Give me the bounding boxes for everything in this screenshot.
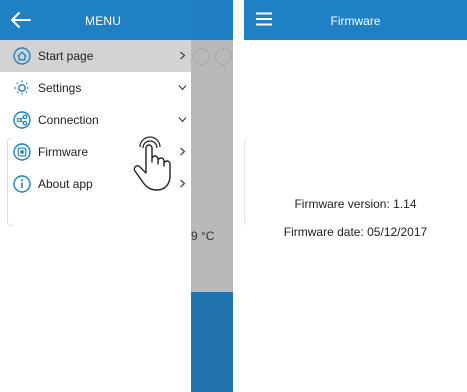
chip-icon <box>13 143 31 161</box>
navigation-drawer: MENU Start page Settings Connection Firm… <box>0 0 191 392</box>
menu-item-label: Start page <box>38 49 94 63</box>
home-icon <box>13 47 31 65</box>
chevron-down-icon <box>178 85 187 91</box>
page-title: Firmware <box>330 14 381 28</box>
share-icon <box>13 111 31 129</box>
background-footer <box>191 292 233 392</box>
chevron-down-icon <box>178 117 187 123</box>
faint-icon-2 <box>215 48 232 65</box>
drawer-header: MENU <box>0 0 191 40</box>
background-page-overlay[interactable]: 9 °C <box>191 0 233 392</box>
menu-item-label: Connection <box>38 113 99 127</box>
tap-hand-icon <box>133 136 171 191</box>
menu-item-settings[interactable]: Settings <box>0 72 191 104</box>
drawer-title: MENU <box>85 14 122 28</box>
back-arrow-icon[interactable] <box>10 10 32 30</box>
menu-item-label: Firmware <box>38 145 88 159</box>
settings-icon <box>14 80 30 96</box>
decorative-bracket <box>244 138 250 226</box>
menu-item-label: About app <box>38 177 93 191</box>
left-screen: 9 °C MENU Start page Settings Connection… <box>0 0 233 392</box>
menu-item-connection[interactable]: Connection <box>0 104 191 136</box>
chevron-right-icon <box>180 51 186 60</box>
background-temperature: 9 °C <box>191 229 215 243</box>
info-icon <box>13 175 31 193</box>
background-header <box>191 0 233 40</box>
menu-item-label: Settings <box>38 81 82 95</box>
right-screen: Firmware Firmware version: 1.14 Firmware… <box>244 0 467 392</box>
firmware-version: Firmware version: 1.14 <box>294 197 417 211</box>
faint-icon-1 <box>193 48 210 65</box>
decorative-bracket <box>7 138 13 226</box>
firmware-date: Firmware date: 05/12/2017 <box>283 225 428 239</box>
app-header: Firmware <box>244 0 467 40</box>
menu-item-start-page[interactable]: Start page <box>0 40 191 72</box>
